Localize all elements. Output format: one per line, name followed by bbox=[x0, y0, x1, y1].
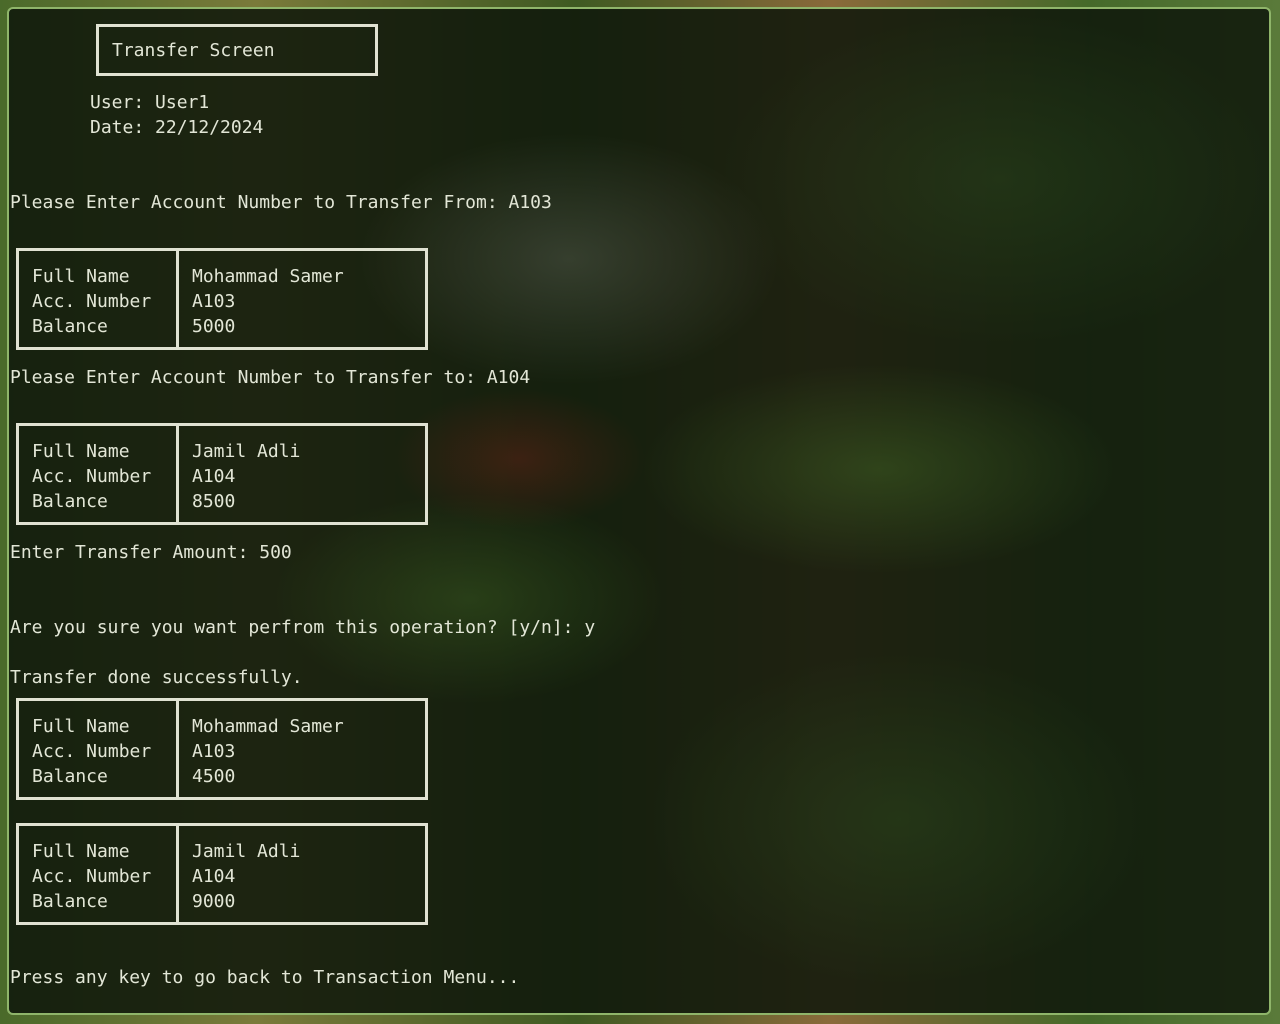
amount-prompt: Enter Transfer Amount: 500 bbox=[10, 542, 292, 563]
account-values: Mohammad Samer A103 4500 bbox=[192, 714, 344, 789]
account-values: Mohammad Samer A103 5000 bbox=[192, 264, 344, 339]
back-prompt: Press any key to go back to Transaction … bbox=[10, 967, 520, 988]
full-name-value: Mohammad Samer bbox=[192, 716, 344, 737]
screen-title-box: Transfer Screen bbox=[96, 24, 378, 76]
balance-label: Balance bbox=[32, 766, 108, 787]
acc-number-value: A103 bbox=[192, 741, 236, 762]
account-labels: Full Name Acc. Number Balance bbox=[32, 264, 151, 339]
full-name-value: Mohammad Samer bbox=[192, 266, 344, 287]
account-values: Jamil Adli A104 9000 bbox=[192, 839, 300, 914]
full-name-label: Full Name bbox=[32, 716, 130, 737]
balance-label: Balance bbox=[32, 491, 108, 512]
balance-value: 9000 bbox=[192, 891, 236, 912]
acc-number-label: Acc. Number bbox=[32, 741, 152, 762]
account-card-from-after: Full Name Acc. Number Balance Mohammad S… bbox=[16, 698, 428, 800]
account-card-to-after: Full Name Acc. Number Balance Jamil Adli… bbox=[16, 823, 428, 925]
account-card-to-before: Full Name Acc. Number Balance Jamil Adli… bbox=[16, 423, 428, 525]
table-divider bbox=[176, 701, 179, 797]
balance-value: 4500 bbox=[192, 766, 236, 787]
table-divider bbox=[176, 826, 179, 922]
success-message: Transfer done successfully. bbox=[10, 667, 303, 688]
user-line: User: User1 bbox=[90, 92, 210, 113]
from-account-prompt: Please Enter Account Number to Transfer … bbox=[10, 192, 552, 213]
account-labels: Full Name Acc. Number Balance bbox=[32, 714, 151, 789]
date-line: Date: 22/12/2024 bbox=[90, 117, 264, 138]
terminal-window[interactable]: Transfer Screen User: User1 Date: 22/12/… bbox=[7, 7, 1271, 1015]
full-name-label: Full Name bbox=[32, 841, 130, 862]
acc-number-value: A104 bbox=[192, 466, 236, 487]
acc-number-label: Acc. Number bbox=[32, 466, 152, 487]
balance-label: Balance bbox=[32, 891, 108, 912]
balance-label: Balance bbox=[32, 316, 108, 337]
account-card-from-before: Full Name Acc. Number Balance Mohammad S… bbox=[16, 248, 428, 350]
table-divider bbox=[176, 426, 179, 522]
full-name-label: Full Name bbox=[32, 266, 130, 287]
to-account-prompt: Please Enter Account Number to Transfer … bbox=[10, 367, 531, 388]
table-divider bbox=[176, 251, 179, 347]
account-values: Jamil Adli A104 8500 bbox=[192, 439, 300, 514]
screen-title: Transfer Screen bbox=[112, 40, 275, 61]
balance-value: 5000 bbox=[192, 316, 236, 337]
full-name-value: Jamil Adli bbox=[192, 441, 301, 462]
balance-value: 8500 bbox=[192, 491, 236, 512]
acc-number-label: Acc. Number bbox=[32, 291, 152, 312]
acc-number-value: A103 bbox=[192, 291, 236, 312]
full-name-label: Full Name bbox=[32, 441, 130, 462]
acc-number-label: Acc. Number bbox=[32, 866, 152, 887]
account-labels: Full Name Acc. Number Balance bbox=[32, 439, 151, 514]
acc-number-value: A104 bbox=[192, 866, 236, 887]
full-name-value: Jamil Adli bbox=[192, 841, 301, 862]
confirm-prompt: Are you sure you want perfrom this opera… bbox=[10, 617, 596, 638]
account-labels: Full Name Acc. Number Balance bbox=[32, 839, 151, 914]
